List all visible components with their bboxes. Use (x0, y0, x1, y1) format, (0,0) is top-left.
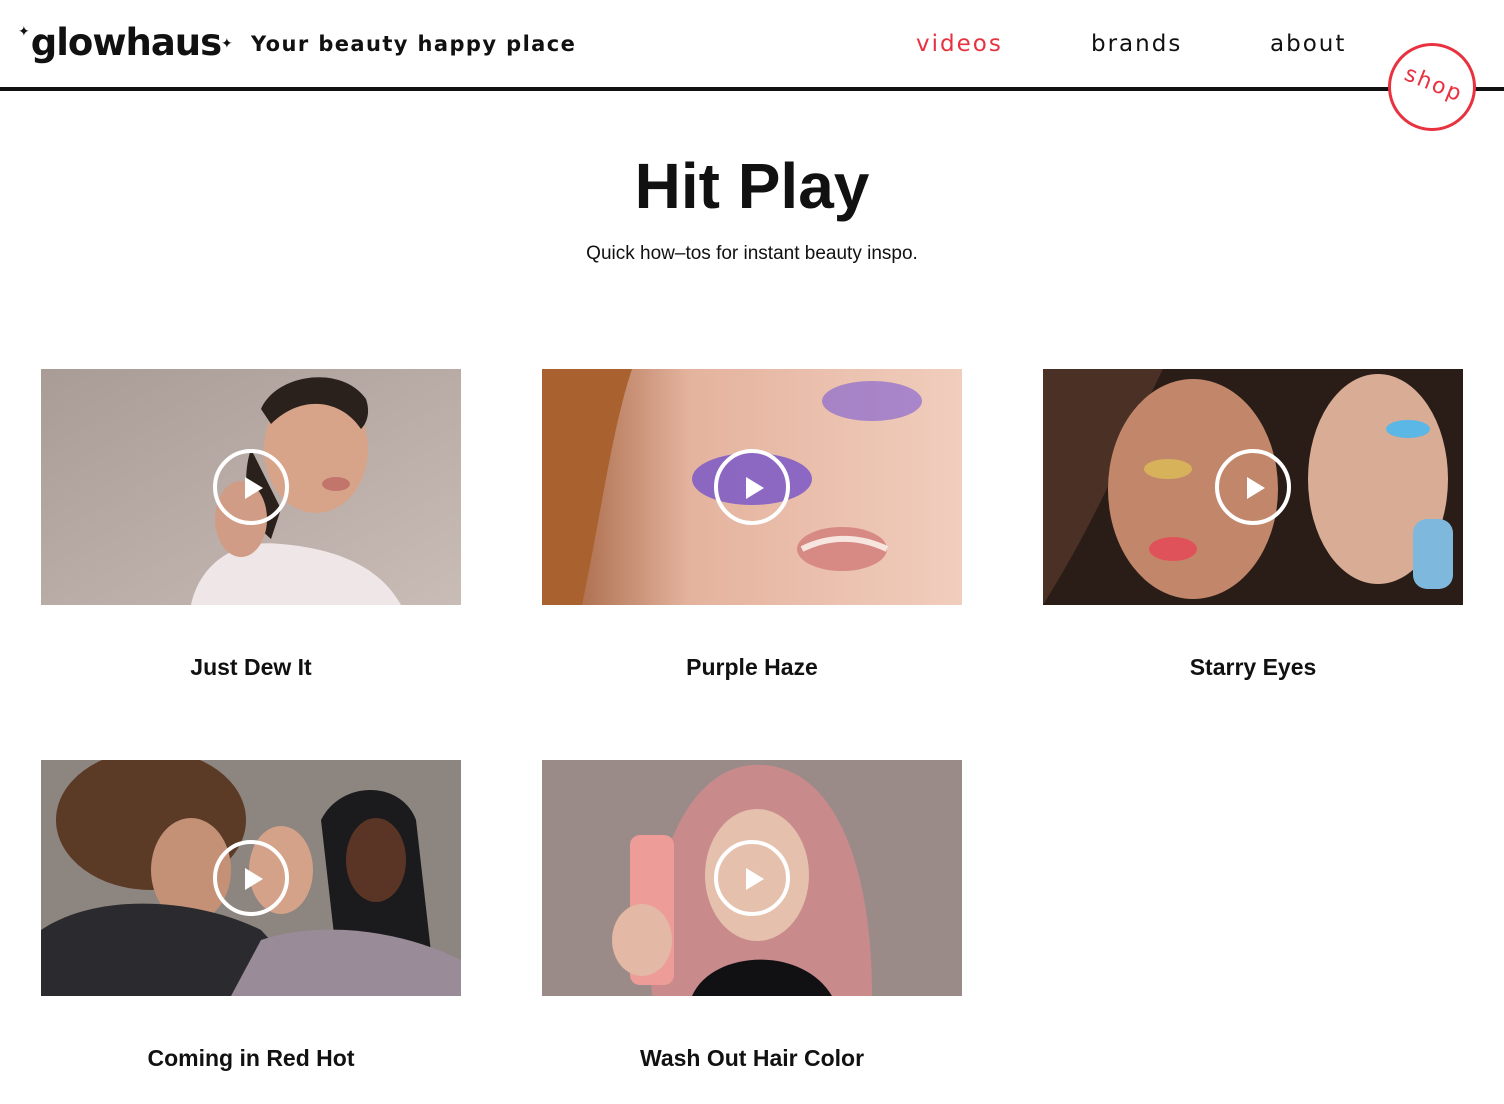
nav-about[interactable]: about (1270, 29, 1346, 59)
play-icon[interactable] (714, 449, 790, 525)
sparkle-icon: ✦ (221, 35, 233, 51)
video-thumbnail[interactable] (542, 760, 962, 996)
video-thumbnail[interactable] (1043, 369, 1463, 605)
play-icon[interactable] (213, 840, 289, 916)
shop-label: shop (1400, 61, 1467, 108)
video-title[interactable]: Just Dew It (41, 652, 461, 682)
play-icon[interactable] (213, 449, 289, 525)
video-thumbnail[interactable] (542, 369, 962, 605)
page-subtitle: Quick how–tos for instant beauty inspo. (586, 243, 918, 264)
video-title[interactable]: Purple Haze (542, 652, 962, 682)
video-thumbnail[interactable] (41, 760, 461, 996)
header-divider (0, 87, 1504, 91)
video-title[interactable]: Wash Out Hair Color (542, 1043, 962, 1073)
site-header: ✦ glowhaus ✦ Your beauty happy place vid… (0, 0, 1504, 131)
page-title: Hit Play (634, 150, 870, 222)
tagline: Your beauty happy place (251, 32, 577, 56)
sparkle-icon: ✦ (18, 23, 30, 39)
nav-videos[interactable]: videos (916, 29, 1003, 59)
shop-button[interactable]: shop (1388, 43, 1476, 131)
play-icon[interactable] (714, 840, 790, 916)
video-thumbnail[interactable] (41, 369, 461, 605)
video-title[interactable]: Coming in Red Hot (41, 1043, 461, 1073)
logo-text: glowhaus (30, 21, 222, 64)
play-icon[interactable] (1215, 449, 1291, 525)
video-title[interactable]: Starry Eyes (1043, 652, 1463, 682)
logo[interactable]: ✦ glowhaus (18, 20, 222, 68)
nav-brands[interactable]: brands (1091, 29, 1182, 59)
